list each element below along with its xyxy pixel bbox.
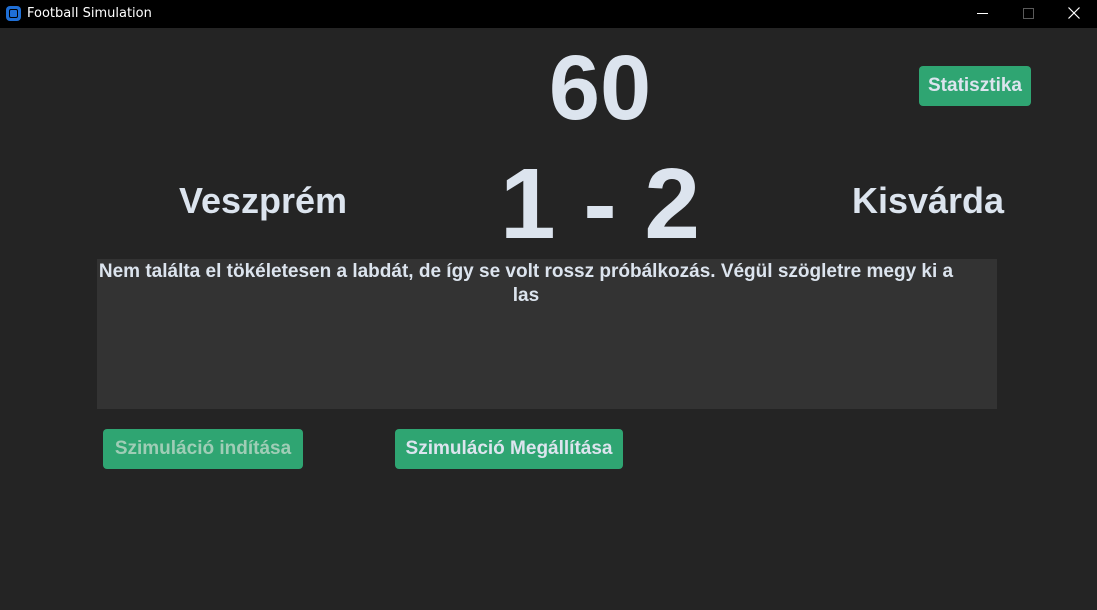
maximize-button[interactable]: [1005, 0, 1051, 28]
minimize-button[interactable]: [960, 0, 1006, 28]
match-minute: 60: [548, 37, 652, 139]
statistics-button[interactable]: Statisztika: [919, 66, 1031, 106]
scoreboard: 1 - 2: [499, 148, 701, 260]
app-window: Football Simulation 60 Statisztika Veszp…: [0, 0, 1097, 610]
maximize-icon: [1023, 8, 1034, 19]
start-simulation-button[interactable]: Szimuláció indítása: [103, 429, 303, 469]
away-team-name: Kisvárda: [851, 180, 1005, 221]
title-bar[interactable]: Football Simulation: [0, 0, 1097, 28]
commentary-textbox[interactable]: Nem találta el tökéletesen a labdát, de …: [97, 259, 997, 409]
stop-simulation-button[interactable]: Szimuláció Megállítása: [395, 429, 623, 469]
home-team-name: Veszprém: [178, 180, 348, 221]
minimize-icon: [977, 13, 988, 14]
app-logo-icon: [6, 6, 21, 21]
close-icon: [1068, 7, 1080, 19]
window-title: Football Simulation: [27, 6, 152, 21]
close-button[interactable]: [1051, 0, 1097, 28]
commentary-text: Nem találta el tökéletesen a labdát, de …: [98, 261, 954, 306]
